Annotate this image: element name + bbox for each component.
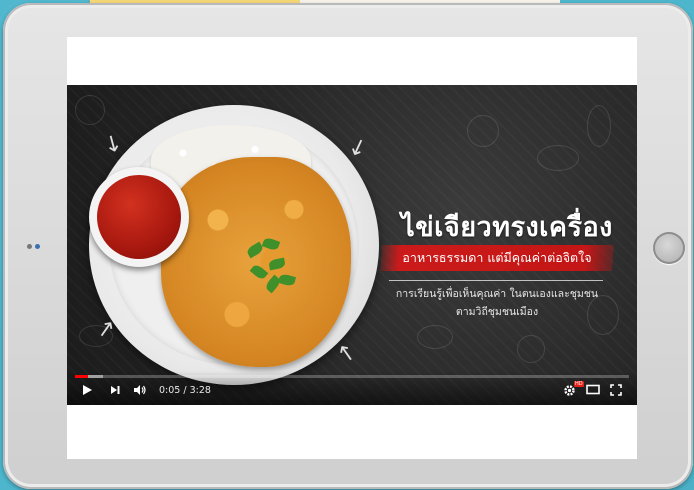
- doodle: [467, 115, 499, 147]
- chili-sauce: [97, 175, 181, 259]
- theater-mode-button[interactable]: [586, 384, 600, 398]
- fullscreen-button[interactable]: [610, 384, 622, 399]
- play-button[interactable]: [81, 384, 93, 399]
- volume-icon: [134, 385, 146, 395]
- settings-button[interactable]: HD: [563, 381, 584, 400]
- video-player[interactable]: ↘ ↙ ↗ ↖ ไข่เจียวทรงเครื่อง อาหารธรรมดา แ…: [67, 85, 637, 405]
- doodle: [417, 325, 453, 349]
- home-button[interactable]: [653, 232, 685, 264]
- doodle: [75, 95, 105, 125]
- chalk-arrow-icon: ↗: [94, 315, 118, 344]
- progress-bar[interactable]: [75, 375, 629, 378]
- description-line: ตามวิถีชุมชนเมือง: [455, 306, 539, 318]
- next-button[interactable]: [109, 384, 121, 399]
- play-icon: [83, 385, 92, 395]
- progress-fill: [75, 375, 89, 378]
- fullscreen-icon: [610, 384, 622, 396]
- time-display: 0:05 / 3:28: [159, 385, 211, 396]
- video-subtitle: อาหารธรรมดา แต่มีคุณค่าต่อจิตใจ: [402, 250, 592, 265]
- theater-mode-icon: [586, 384, 600, 395]
- doodle: [587, 105, 611, 147]
- title-divider: [389, 280, 603, 281]
- next-icon: [111, 386, 120, 394]
- volume-button[interactable]: [133, 384, 147, 399]
- camera-icon: [27, 244, 40, 250]
- video-description: การเรียนรู้เพื่อเห็นคุณค่า ในตนเองและชุม…: [381, 285, 613, 321]
- description-line: การเรียนรู้เพื่อเห็นคุณค่า ในตนเองและชุม…: [395, 288, 599, 300]
- tablet-screen: ↘ ↙ ↗ ↖ ไข่เจียวทรงเครื่อง อาหารธรรมดา แ…: [67, 37, 637, 459]
- player-controls: 0:05 / 3:28 HD: [67, 371, 637, 405]
- video-title: ไข่เจียวทรงเครื่อง: [401, 212, 613, 243]
- sauce-bowl: [89, 167, 189, 267]
- doodle: [537, 145, 579, 171]
- doodle: [517, 335, 545, 363]
- tablet-frame: ↘ ↙ ↗ ↖ ไข่เจียวทรงเครื่อง อาหารธรรมดา แ…: [3, 3, 693, 489]
- hd-badge: HD: [574, 381, 584, 387]
- herb-garnish: [239, 235, 299, 305]
- chalk-arrow-icon: ↖: [335, 339, 358, 368]
